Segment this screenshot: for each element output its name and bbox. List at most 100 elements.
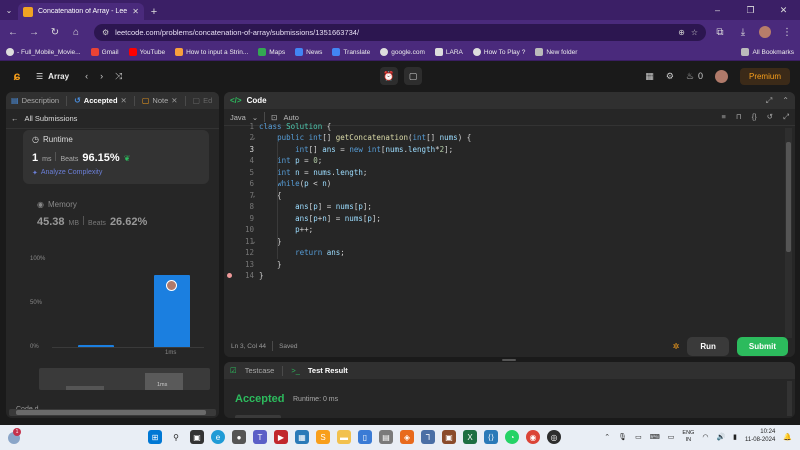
close-icon[interactable]: ✕: [171, 96, 177, 105]
bookmark-item[interactable]: News: [295, 48, 322, 56]
tab-note[interactable]: ▢ Note ✕: [142, 96, 178, 105]
profile-avatar[interactable]: [759, 26, 771, 38]
shuffle-icon[interactable]: ⤨: [115, 71, 122, 82]
bookmark-item[interactable]: - Full_Mobile_Movie...: [6, 48, 81, 56]
app-icon[interactable]: ▤: [379, 430, 393, 444]
streak-icon[interactable]: ♨: [686, 71, 694, 82]
edge-icon[interactable]: e: [211, 430, 225, 444]
leetcode-logo-icon[interactable]: ɕ: [10, 69, 24, 83]
app-icon[interactable]: ◈: [400, 430, 414, 444]
format-icon[interactable]: ≡: [721, 112, 725, 122]
submit-button[interactable]: Submit: [736, 336, 788, 356]
prev-problem-icon[interactable]: ‹: [85, 71, 88, 82]
bookmark-icon[interactable]: ⊓: [736, 112, 742, 122]
close-icon[interactable]: ✕: [121, 96, 127, 105]
tab-search-icon[interactable]: ⌄: [0, 0, 18, 20]
address-bar[interactable]: ⚙ leetcode.com/problems/concatenation-of…: [94, 23, 706, 41]
star-icon[interactable]: ☆: [691, 28, 698, 37]
tab-editorial[interactable]: ▢ Ed: [193, 96, 213, 105]
language-select[interactable]: Java: [230, 113, 246, 122]
bookmark-item[interactable]: How to input a Strin...: [175, 48, 248, 56]
settings-icon[interactable]: ⚙: [666, 71, 674, 82]
camera-icon[interactable]: ●: [232, 430, 246, 444]
all-submissions-link[interactable]: ← All Submissions: [6, 109, 219, 129]
tab-test-result[interactable]: Test Result: [308, 366, 348, 375]
chevron-down-icon[interactable]: ⌄: [252, 113, 258, 122]
close-tab-icon[interactable]: ✕: [132, 7, 139, 16]
panel-resize-handle[interactable]: [502, 359, 516, 361]
run-button[interactable]: Run: [687, 336, 729, 356]
app-icon[interactable]: ⅂: [421, 430, 435, 444]
app-icon[interactable]: ▯: [358, 430, 372, 444]
app-icon[interactable]: ▣: [442, 430, 456, 444]
bookmark-item[interactable]: Translate: [332, 48, 370, 56]
browser-tab[interactable]: Concatenation of Array - LeetC ✕: [18, 3, 144, 20]
bookmark-item[interactable]: Gmail: [90, 48, 119, 56]
next-problem-icon[interactable]: ›: [100, 71, 103, 82]
store-icon[interactable]: ▦: [295, 430, 309, 444]
close-window-icon[interactable]: ✕: [767, 0, 800, 20]
notes-icon[interactable]: ▢: [404, 67, 422, 85]
chart-range-selector[interactable]: 1ms: [39, 368, 210, 390]
bookmark-item[interactable]: How To Play ?: [472, 48, 525, 56]
timer-icon[interactable]: ⏰: [380, 67, 398, 85]
layout-icon[interactable]: ▦: [645, 71, 654, 82]
mic-icon[interactable]: 🎙: [618, 433, 627, 441]
teams-icon[interactable]: T: [253, 430, 267, 444]
memory-title[interactable]: ◉ Memory: [37, 200, 77, 209]
zoom-icon[interactable]: ⊕: [678, 28, 685, 37]
editor-scrollbar[interactable]: [785, 128, 792, 338]
search-icon[interactable]: ⚲: [169, 430, 183, 444]
clock[interactable]: 10:24 11-08-2024: [745, 429, 775, 444]
tab-testcase[interactable]: Testcase: [245, 366, 275, 375]
problem-list-button[interactable]: ☰ Array: [36, 72, 69, 81]
back-icon[interactable]: ←: [6, 25, 20, 39]
all-bookmarks[interactable]: All Bookmarks: [741, 48, 794, 56]
user-avatar[interactable]: [714, 69, 728, 83]
case-pill[interactable]: [235, 415, 281, 418]
wifi-icon[interactable]: ◠: [702, 433, 708, 441]
start-icon[interactable]: ⊞: [148, 430, 162, 444]
bookmark-folder[interactable]: New folder: [535, 48, 577, 56]
bookmark-item[interactable]: google.com: [380, 48, 425, 56]
bookmark-item[interactable]: YouTube: [128, 48, 165, 56]
expand-icon[interactable]: ⤢: [766, 96, 772, 106]
folder-icon[interactable]: ▬: [337, 430, 351, 444]
horizontal-scrollbar[interactable]: [9, 409, 216, 416]
braces-icon[interactable]: {}: [752, 112, 757, 122]
menu-icon[interactable]: ⋮: [780, 25, 794, 39]
collapse-icon[interactable]: ⌃: [782, 96, 789, 106]
bookmark-item[interactable]: LARA: [434, 48, 463, 56]
task-view-icon[interactable]: ▣: [190, 430, 204, 444]
battery-saver-icon[interactable]: ▭: [635, 433, 642, 441]
display-icon[interactable]: ▭: [668, 433, 675, 441]
tab-accepted[interactable]: ↺ Accepted ✕: [74, 96, 127, 105]
tab-description[interactable]: ▤ Description: [11, 96, 59, 105]
excel-icon[interactable]: X: [463, 430, 477, 444]
battery-icon[interactable]: ▮: [733, 433, 737, 441]
forward-icon[interactable]: →: [27, 25, 41, 39]
reload-icon[interactable]: ↻: [48, 25, 62, 39]
site-info-icon[interactable]: ⚙: [102, 28, 109, 37]
downloads-icon[interactable]: ⤓: [736, 25, 750, 39]
home-icon[interactable]: ⌂: [69, 25, 83, 39]
reset-icon[interactable]: ↺: [767, 112, 773, 122]
whatsapp-icon[interactable]: ◔: [505, 430, 519, 444]
chevron-up-icon[interactable]: ⌃: [604, 433, 610, 441]
mode-label[interactable]: Auto: [283, 113, 298, 122]
language-indicator[interactable]: ENG IN: [682, 430, 694, 442]
minimize-icon[interactable]: –: [701, 0, 734, 20]
app-icon[interactable]: ◎: [547, 430, 561, 444]
app-icon[interactable]: ▶: [274, 430, 288, 444]
code-editor[interactable]: 1 class Solution { 2 ⌄ public int[] getC…: [224, 122, 782, 338]
chart-bar[interactable]: [78, 345, 114, 347]
result-scrollbar[interactable]: [787, 381, 792, 416]
chrome-icon[interactable]: ◉: [526, 430, 540, 444]
vscode-icon[interactable]: ⟨⟩: [484, 430, 498, 444]
fullscreen-icon[interactable]: ⤢: [783, 112, 789, 122]
volume-icon[interactable]: 🔊: [716, 433, 725, 441]
premium-button[interactable]: Premium: [739, 67, 790, 85]
debug-icon[interactable]: ✲: [673, 342, 680, 351]
runtime-card[interactable]: ◷ Runtime 1 ms Beats 96.15% ❦ ✦ Analyze …: [23, 130, 209, 184]
analyze-complexity-link[interactable]: ✦ Analyze Complexity: [32, 169, 200, 177]
